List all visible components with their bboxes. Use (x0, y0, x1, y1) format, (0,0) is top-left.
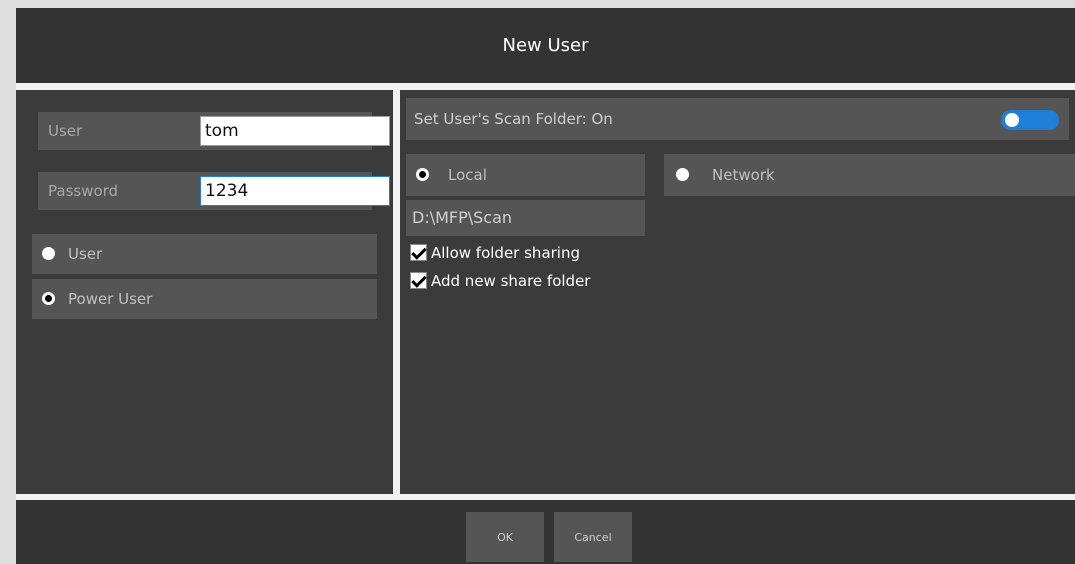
scan-folder-panel: Set User's Scan Folder: On Local Network… (400, 90, 1075, 494)
user-credentials-panel: User Password User Power User (16, 90, 393, 494)
local-option-label: Local (448, 166, 487, 184)
dialog-footer: OK Cancel (16, 500, 1075, 564)
checkbox-checked-icon (410, 244, 427, 261)
scan-folder-setting: Set User's Scan Folder: On (406, 98, 1069, 140)
panel-divider (393, 90, 400, 494)
role-option-user[interactable]: User (32, 234, 377, 274)
dialog-title-bar: New User (16, 8, 1075, 83)
radio-button-icon (42, 247, 55, 260)
checkbox-checked-icon (410, 272, 427, 289)
scan-folder-toggle[interactable] (1001, 110, 1059, 130)
radio-button-icon (676, 168, 689, 181)
ok-button[interactable]: OK (466, 512, 544, 562)
add-new-share-folder-label: Add new share folder (431, 272, 591, 290)
role-user-label: User (68, 245, 103, 263)
role-option-power-user[interactable]: Power User (32, 279, 377, 319)
allow-folder-sharing-label: Allow folder sharing (431, 244, 580, 262)
scan-folder-label: Set User's Scan Folder: On (414, 110, 613, 128)
radio-button-selected-icon (42, 292, 55, 305)
password-field-row: Password (38, 172, 390, 210)
title-divider (16, 83, 1075, 90)
cancel-button[interactable]: Cancel (554, 512, 632, 562)
toggle-knob-icon (1005, 113, 1019, 127)
role-power-user-label: Power User (68, 290, 153, 308)
dialog-title: New User (502, 35, 589, 56)
new-user-dialog: New User User Password User Power User S… (16, 8, 1075, 564)
scan-folder-path[interactable]: D:\MFP\Scan (406, 200, 645, 236)
user-name-input[interactable] (200, 116, 390, 146)
user-field-row: User (38, 112, 390, 150)
location-option-network[interactable]: Network (664, 154, 1075, 196)
password-input[interactable] (200, 176, 390, 206)
network-option-label: Network (712, 166, 775, 184)
password-field-label: Password (48, 182, 119, 200)
radio-button-selected-icon (416, 168, 429, 181)
location-option-local[interactable]: Local (406, 154, 645, 196)
user-field-label: User (48, 122, 83, 140)
